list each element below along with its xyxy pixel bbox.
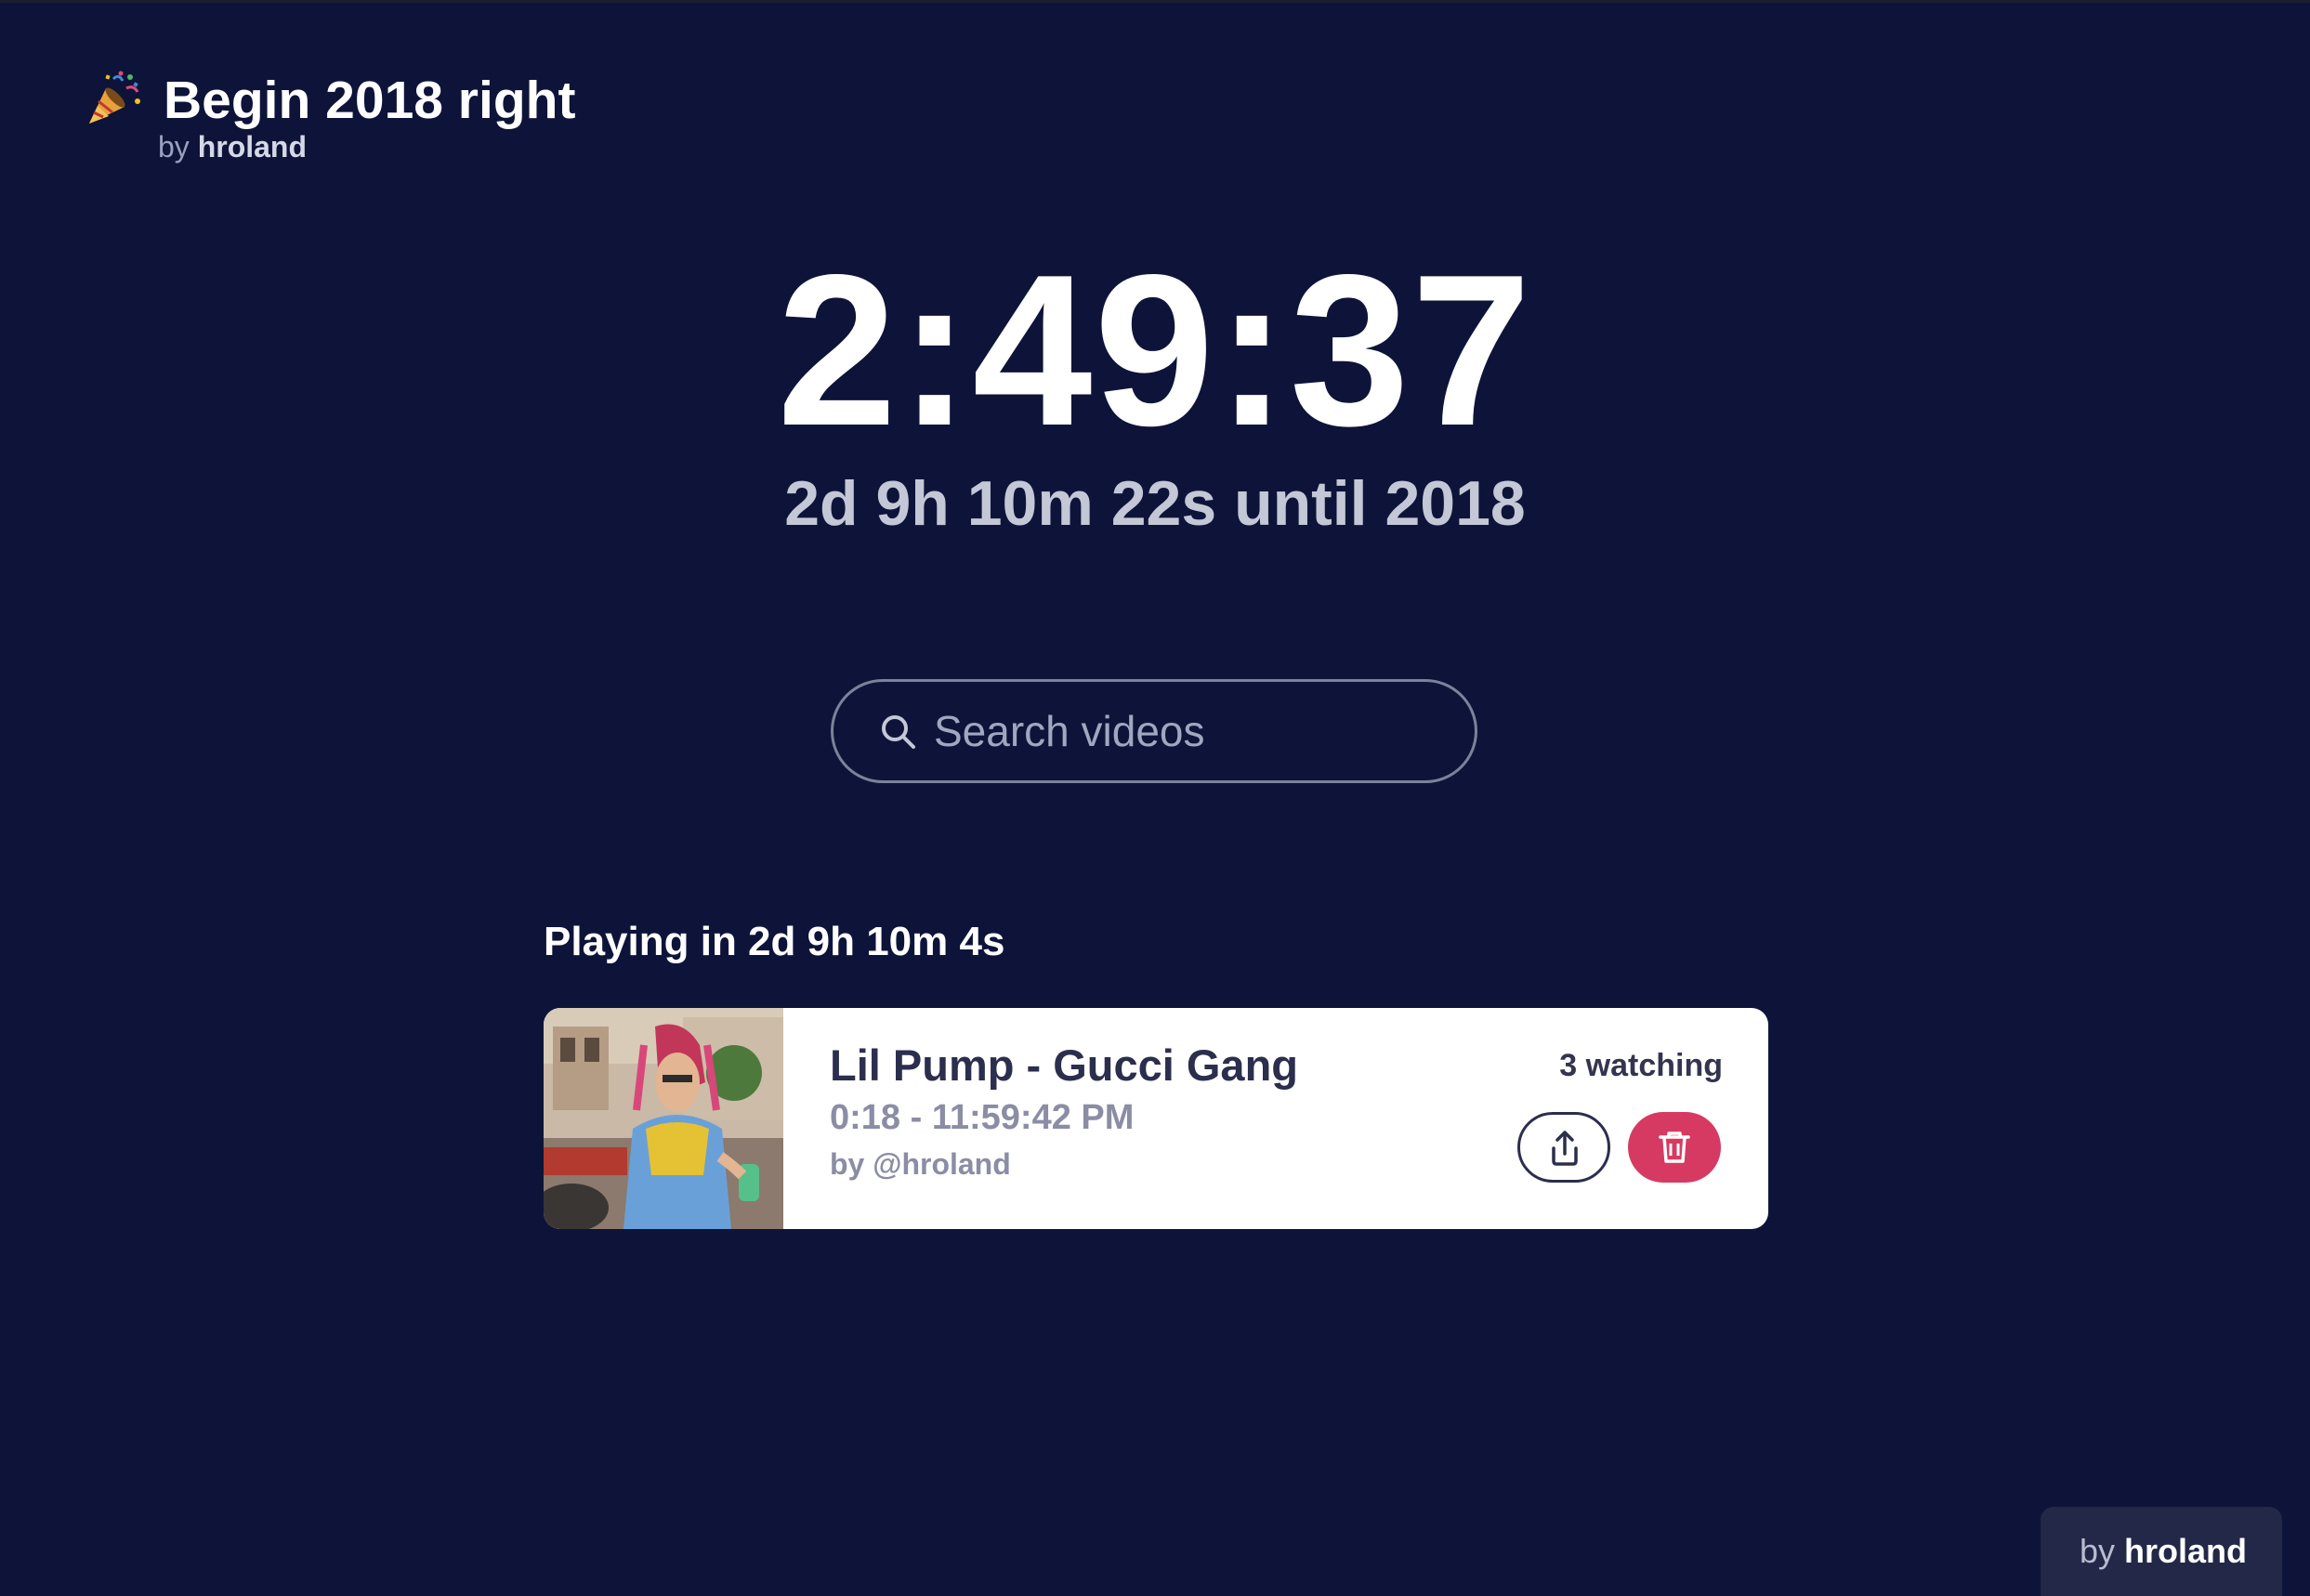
video-time-range: 0:18 - 11:59:42 PM	[830, 1098, 1135, 1137]
video-title[interactable]: Lil Pump - Gucci Gang	[830, 1040, 1298, 1092]
footer-author-tag[interactable]: by hroland	[2041, 1507, 2282, 1596]
search-icon	[882, 715, 915, 749]
share-icon	[1552, 1131, 1578, 1166]
footer-author: hroland	[2124, 1532, 2248, 1570]
search-input[interactable]	[934, 700, 1436, 762]
delete-button[interactable]	[1628, 1112, 1721, 1183]
countdown-clock: 2:49:37	[777, 230, 1533, 471]
window-top-border	[0, 0, 2310, 3]
party-popper-icon	[89, 71, 140, 124]
video-thumbnail[interactable]	[544, 1008, 783, 1229]
footer-byline-prefix: by	[2080, 1532, 2116, 1570]
byline-author: hroland	[197, 130, 308, 164]
brand-byline: by hroland	[158, 128, 307, 165]
countdown-until-text: 2d 9h 10m 22s until 2018	[784, 468, 1526, 539]
video-card[interactable]: Lil Pump - Gucci Gang 0:18 - 11:59:42 PM…	[544, 1008, 1768, 1229]
trash-icon	[1659, 1132, 1690, 1163]
playing-heading: Playing in 2d 9h 10m 4s	[544, 919, 1005, 964]
search-box[interactable]	[831, 679, 1477, 783]
page-title: Begin 2018 right	[164, 71, 576, 130]
share-button[interactable]	[1517, 1112, 1610, 1183]
byline-prefix: by	[158, 130, 190, 164]
video-submitter: by @hroland	[830, 1147, 1011, 1181]
watching-count: 3 watching	[1559, 1048, 1723, 1083]
